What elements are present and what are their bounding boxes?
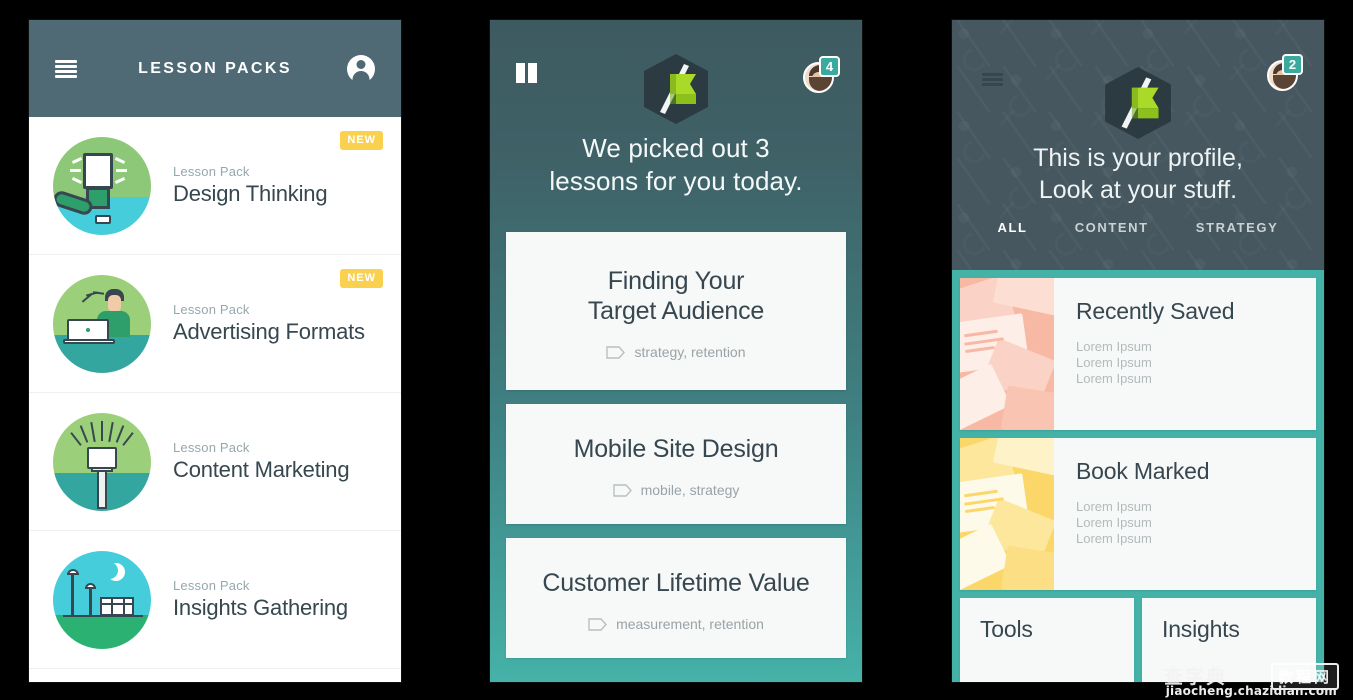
night-city-illustration — [53, 550, 151, 649]
list-item-kicker: Lesson Pack — [173, 164, 250, 179]
daily-picks-screen: 4 We picked out 3 lessons for you today.… — [490, 20, 862, 682]
status-badge: NEW — [340, 131, 383, 150]
profile-card[interactable]: Recently Saved Lorem Ipsum Lorem Ipsum L… — [960, 278, 1316, 430]
headline-line-2: Look at your stuff. — [1038, 176, 1238, 204]
lesson-card[interactable]: Mobile Site Design mobile, strategy — [506, 404, 846, 524]
list-item[interactable]: Lesson Pack Advertising Formats NEW — [29, 255, 401, 393]
watermark: 查字典 教程网 jiaocheng.chazidian.com — [1117, 662, 1347, 698]
lesson-card-title: Mobile Site Design — [522, 434, 830, 464]
account-circle-icon[interactable] — [347, 54, 375, 83]
hexagon-flag-logo — [1101, 65, 1175, 146]
list-item[interactable]: Lesson Pack Content Marketing — [29, 393, 401, 531]
headline-line-1: We picked out 3 — [582, 133, 770, 163]
hexagon-flag-logo — [640, 52, 712, 131]
profile-card[interactable]: Book Marked Lorem Ipsum Lorem Ipsum Lore… — [960, 438, 1316, 590]
notification-badge: 4 — [819, 56, 840, 77]
list-item[interactable]: Lesson Pack Design Thinking NEW — [29, 117, 401, 255]
pillar-screen-illustration — [53, 412, 151, 511]
lesson-card-title-line-1: Mobile Site Design — [573, 435, 779, 463]
tag-label: measurement, retention — [616, 616, 764, 632]
tag-label: mobile, strategy — [640, 482, 740, 498]
lesson-card-title: Finding Your Target Audience — [522, 266, 830, 326]
tag-icon — [612, 483, 632, 497]
person-laptop-illustration — [53, 274, 151, 373]
tab-all[interactable]: ALL — [998, 216, 1028, 270]
hamburger-icon[interactable] — [982, 73, 1003, 86]
list-item-title: Content Marketing — [173, 457, 350, 482]
list-item-text: Lesson Pack Design Thinking — [173, 164, 328, 207]
headline: This is your profile, Look at your stuff… — [952, 142, 1324, 206]
profile-card-line: Lorem Ipsum — [1076, 355, 1152, 370]
lesson-card-title-line-1: Customer Lifetime Value — [542, 569, 810, 597]
lesson-card-tags: mobile, strategy — [522, 482, 830, 498]
list-item-kicker: Lesson Pack — [173, 440, 250, 455]
pink-paper-pile — [960, 278, 1054, 430]
notification-badge: 2 — [1282, 54, 1303, 75]
tag-label: strategy, retention — [634, 344, 746, 360]
profile-card-title: Recently Saved — [1076, 298, 1235, 324]
profile-header: 2 This is your profile, Look at your stu… — [952, 20, 1324, 270]
profile-card-tools[interactable]: Tools — [960, 598, 1134, 682]
profile-card-line: Lorem Ipsum — [1076, 339, 1152, 354]
list-item[interactable]: Lesson Pack Insights Gathering — [29, 531, 401, 669]
profile-card-line: Lorem Ipsum — [1076, 371, 1152, 386]
lesson-card-title-line-2: Target Audience — [587, 297, 765, 325]
profile-screen: 2 This is your profile, Look at your stu… — [952, 20, 1324, 682]
profile-card-body: Book Marked Lorem Ipsum Lorem Ipsum Lore… — [1054, 438, 1210, 590]
tab-content[interactable]: CONTENT — [1075, 216, 1149, 270]
profile-card-line: Lorem Ipsum — [1076, 531, 1152, 546]
lesson-card[interactable]: Customer Lifetime Value measurement, ret… — [506, 538, 846, 658]
list-item-kicker: Lesson Pack — [173, 302, 250, 317]
grid-apps-icon[interactable] — [516, 63, 538, 85]
list-item-kicker: Lesson Pack — [173, 578, 250, 593]
lesson-packs-header: LESSON PACKS — [29, 20, 401, 117]
list-item-text: Lesson Pack Insights Gathering — [173, 578, 348, 621]
lesson-card-title-line-1: Finding Your — [607, 267, 745, 295]
lesson-card-tags: measurement, retention — [522, 616, 830, 632]
profile-tabs: ALL CONTENT STRATEGY — [952, 216, 1324, 270]
profile-card-title: Book Marked — [1076, 458, 1210, 484]
profile-card-lines: Lorem Ipsum Lorem Ipsum Lorem Ipsum — [1076, 499, 1209, 547]
lesson-card-list: Finding Your Target Audience strategy, r… — [490, 232, 862, 682]
lesson-card[interactable]: Finding Your Target Audience strategy, r… — [506, 232, 846, 390]
page-title: LESSON PACKS — [138, 59, 292, 77]
yellow-paper-pile — [960, 438, 1054, 590]
profile-card-body: Recently Saved Lorem Ipsum Lorem Ipsum L… — [1054, 278, 1234, 430]
list-item-title: Advertising Formats — [173, 319, 365, 344]
tab-strategy[interactable]: STRATEGY — [1196, 216, 1279, 270]
list-item-text: Lesson Pack Content Marketing — [173, 440, 350, 483]
profile-card-title: Tools — [980, 616, 1033, 642]
tablet-hand-illustration — [53, 136, 151, 235]
screenshot-stage: LESSON PACKS Lesson Pack Design Thinking… — [0, 0, 1353, 700]
lesson-pack-list: Lesson Pack Design Thinking NEW Lesson P… — [29, 117, 401, 669]
profile-card-line: Lorem Ipsum — [1076, 499, 1152, 514]
list-item-title: Insights Gathering — [173, 595, 348, 620]
profile-content: Recently Saved Lorem Ipsum Lorem Ipsum L… — [952, 270, 1324, 682]
profile-card-lines: Lorem Ipsum Lorem Ipsum Lorem Ipsum — [1076, 339, 1234, 387]
lesson-card-tags: strategy, retention — [522, 344, 830, 360]
headline: We picked out 3 lessons for you today. — [490, 132, 862, 198]
list-item-title: Design Thinking — [173, 181, 328, 206]
daily-picks-header: 4 We picked out 3 lessons for you today. — [490, 20, 862, 232]
lesson-packs-screen: LESSON PACKS Lesson Pack Design Thinking… — [29, 20, 401, 682]
list-item-text: Lesson Pack Advertising Formats — [173, 302, 365, 345]
headline-line-1: This is your profile, — [1033, 144, 1243, 172]
profile-card-line: Lorem Ipsum — [1076, 515, 1152, 530]
watermark-url: jiaocheng.chazidian.com — [1165, 684, 1337, 698]
lesson-card-title: Customer Lifetime Value — [522, 568, 830, 598]
headline-line-2: lessons for you today. — [549, 166, 803, 196]
profile-card-title: Insights — [1162, 616, 1240, 642]
tag-icon — [606, 345, 626, 359]
tag-icon — [588, 617, 608, 631]
daily-picks-body: 4 We picked out 3 lessons for you today.… — [490, 20, 862, 682]
status-badge: NEW — [340, 269, 383, 288]
